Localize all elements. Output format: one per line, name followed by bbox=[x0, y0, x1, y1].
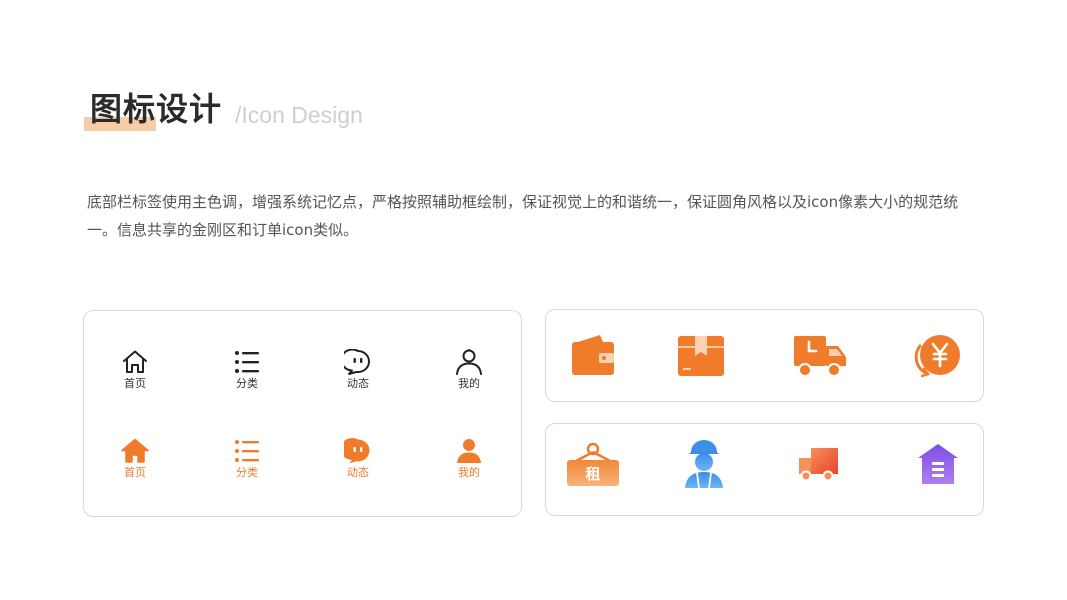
home-icon bbox=[123, 350, 147, 373]
tab-category-outline[interactable]: 分类 bbox=[207, 349, 287, 391]
tab-mine-outline[interactable]: 我的 bbox=[429, 349, 509, 391]
user-icon bbox=[456, 349, 482, 375]
home-icon bbox=[121, 438, 149, 463]
tab-home-outline[interactable]: 首页 bbox=[95, 349, 175, 391]
rent-sign-text: 租 bbox=[585, 465, 600, 483]
tab-mine-active[interactable]: 我的 bbox=[429, 438, 509, 480]
tab-home-label: 首页 bbox=[124, 466, 146, 479]
description-text: 底部栏标签使用主色调，增强系统记忆点，严格按照辅助框绘制，保证视觉上的和谐统一，… bbox=[87, 193, 959, 239]
tab-feed-active[interactable]: 动态 bbox=[318, 438, 398, 480]
tabbar-icon-card: 首页 分类 动态 我的 首页 分类 动态 我的 bbox=[83, 310, 522, 517]
tab-mine-label: 我的 bbox=[458, 377, 480, 390]
list-icon bbox=[235, 440, 259, 462]
feature-icon-card: 租 bbox=[545, 423, 984, 516]
package-icon[interactable] bbox=[677, 332, 725, 378]
chat-icon bbox=[344, 349, 370, 375]
warehouse-icon[interactable] bbox=[916, 442, 960, 486]
tab-feed-outline[interactable]: 动态 bbox=[318, 349, 398, 391]
rent-sign-icon[interactable]: 租 bbox=[566, 442, 620, 488]
delivery-truck-icon[interactable] bbox=[793, 334, 847, 378]
truck-icon[interactable] bbox=[797, 444, 839, 484]
tab-feed-label: 动态 bbox=[347, 377, 369, 390]
chat-icon bbox=[344, 438, 370, 464]
tab-home-label: 首页 bbox=[124, 377, 146, 390]
user-icon bbox=[457, 439, 481, 463]
tab-home-active[interactable]: 首页 bbox=[95, 438, 175, 480]
worker-icon[interactable] bbox=[682, 438, 726, 490]
page-title: 图标设计 bbox=[90, 90, 223, 128]
tab-mine-label: 我的 bbox=[458, 466, 480, 479]
wallet-icon[interactable] bbox=[570, 332, 616, 378]
tab-feed-label: 动态 bbox=[347, 466, 369, 479]
tab-category-label: 分类 bbox=[236, 377, 258, 390]
order-icon-card bbox=[545, 309, 984, 402]
list-icon bbox=[235, 351, 259, 373]
tab-category-active[interactable]: 分类 bbox=[207, 438, 287, 480]
tab-category-label: 分类 bbox=[236, 466, 258, 479]
refund-icon[interactable] bbox=[910, 334, 962, 378]
page-subtitle: /Icon Design bbox=[235, 102, 363, 128]
